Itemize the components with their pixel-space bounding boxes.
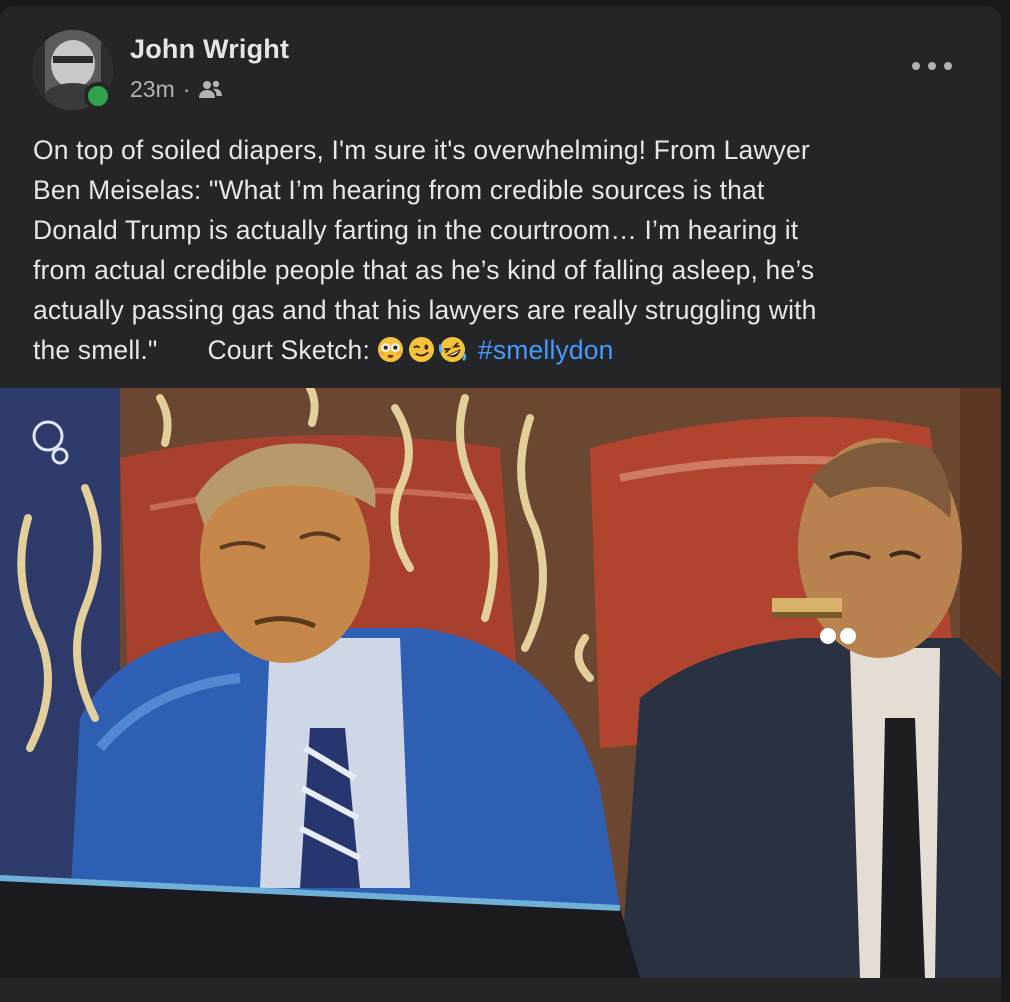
post-text-line: Donald Trump is actually farting in the …: [33, 215, 799, 245]
courtroom-sketch-image[interactable]: [0, 388, 1001, 978]
post-card: John Wright 23m · On top of soiled diape…: [0, 6, 1001, 1002]
court-sketch-label: Court Sketch:: [207, 335, 370, 365]
post-text-line: Ben Meiselas: "What I’m hearing from cre…: [33, 175, 765, 205]
friends-icon[interactable]: [198, 79, 224, 101]
author-name[interactable]: John Wright: [130, 34, 289, 65]
post-text: On top of soiled diapers, I'm sure it's …: [33, 130, 963, 370]
post-text-line: the smell.": [33, 335, 158, 365]
post-text-line: On top of soiled diapers, I'm sure it's …: [33, 135, 810, 165]
winking-face-icon: [409, 336, 435, 363]
post-text-line: from actual credible people that as he’s…: [33, 255, 815, 285]
post-meta: 23m ·: [130, 76, 224, 103]
flushed-face-icon: [378, 336, 404, 363]
post-actions-bar: [0, 978, 1001, 1002]
more-options-icon[interactable]: [912, 56, 952, 76]
post-time[interactable]: 23m: [130, 76, 175, 103]
post-text-line: actually passing gas and that his lawyer…: [33, 295, 817, 325]
meta-separator: ·: [182, 76, 191, 102]
post-text-last-line: the smell." Court Sketch: #smellydon: [33, 330, 963, 370]
online-status-indicator: [84, 82, 112, 110]
rolling-laughing-icon: [439, 336, 467, 363]
hashtag-link[interactable]: #smellydon: [478, 335, 614, 365]
